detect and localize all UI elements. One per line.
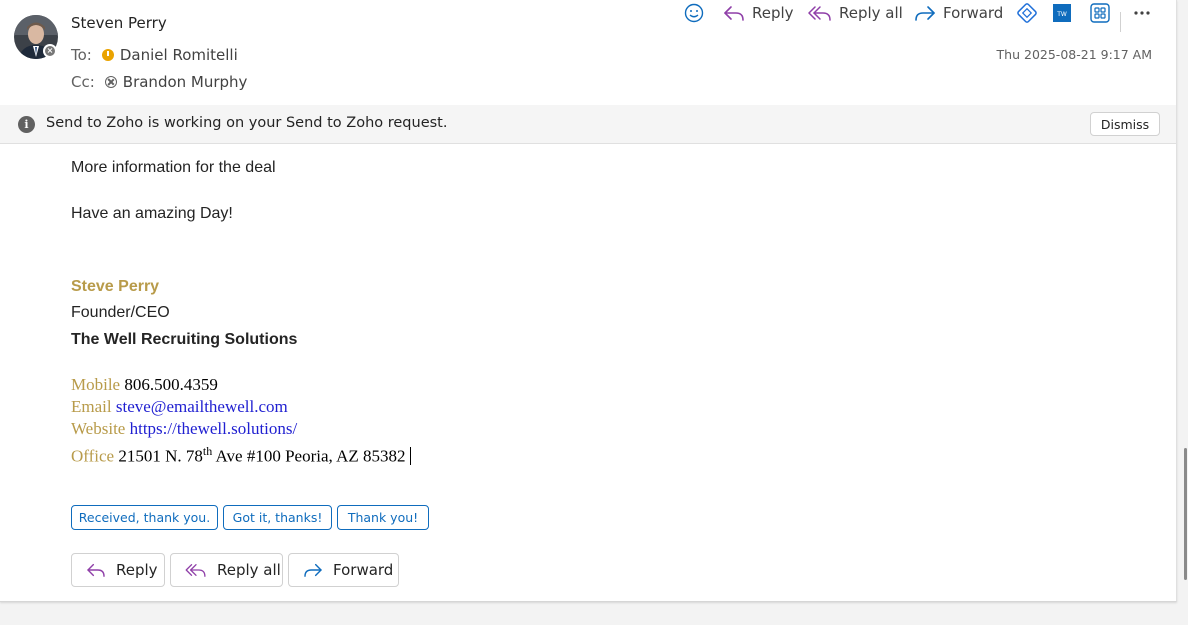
email-label: Email <box>71 397 112 416</box>
body-line-2: Have an amazing Day! <box>71 205 233 222</box>
toolbar-divider <box>1120 12 1121 32</box>
suggested-reply-2[interactable]: Got it, thanks! <box>223 505 332 530</box>
vertical-scrollbar[interactable] <box>1184 448 1187 580</box>
apps-button[interactable] <box>1090 0 1110 26</box>
suggested-reply-3[interactable]: Thank you! <box>337 505 429 530</box>
message-date: Thu 2025-08-21 9:17 AM <box>996 47 1152 62</box>
svg-text:TW: TW <box>1056 11 1067 18</box>
signature-company: The Well Recruiting Solutions <box>71 331 298 348</box>
office-address-sup: th <box>202 444 213 458</box>
cc-label: Cc: <box>71 73 95 91</box>
addin-tw-button[interactable]: TW <box>1053 0 1071 26</box>
reply-label: Reply <box>752 4 794 22</box>
email-link[interactable]: steve@emailthewell.com <box>116 397 288 416</box>
website-label: Website <box>71 419 126 438</box>
info-message: Send to Zoho is working on your Send to … <box>46 115 448 131</box>
cc-row: Cc: Brandon Murphy <box>71 73 247 91</box>
mobile-number: 806.500.4359 <box>124 375 218 394</box>
more-actions-button[interactable] <box>1133 0 1151 26</box>
addin-diamond-button[interactable] <box>1016 0 1038 26</box>
diamond-addin-icon <box>1017 3 1037 23</box>
apps-grid-icon <box>1090 3 1110 23</box>
reply-button[interactable]: Reply <box>723 0 794 26</box>
bottom-forward-label: Forward <box>333 561 394 579</box>
to-label: To: <box>71 46 92 64</box>
signature-name: Steve Perry <box>71 278 160 295</box>
body-line-1: More information for the deal <box>71 159 276 176</box>
signature-mobile: Mobile 806.500.4359 <box>71 375 218 395</box>
signature-office: Office 21501 N. 78th Ave #100 Peoria, AZ… <box>71 444 411 467</box>
office-label: Office <box>71 446 115 466</box>
reply-icon <box>87 563 105 577</box>
cc-recipient[interactable]: Brandon Murphy <box>123 73 248 91</box>
away-status-icon <box>101 49 114 61</box>
reply-icon <box>724 6 744 21</box>
text-cursor <box>409 446 411 465</box>
suggested-reply-1[interactable]: Received, thank you. <box>71 505 218 530</box>
more-icon <box>1134 11 1150 15</box>
reply-all-icon <box>185 564 206 577</box>
message-pane: × Steven Perry To: Daniel Romitelli Cc: … <box>0 0 1177 602</box>
bottom-reply-button[interactable]: Reply <box>71 553 165 587</box>
offline-status-icon <box>104 76 117 88</box>
mobile-label: Mobile <box>71 375 121 394</box>
sender-presence-icon: × <box>43 44 57 58</box>
forward-label: Forward <box>943 4 1004 22</box>
signature-email: Email steve@emailthewell.com <box>71 397 288 417</box>
forward-icon <box>915 6 935 21</box>
bottom-reply-label: Reply <box>116 561 158 579</box>
website-link[interactable]: https://thewell.solutions/ <box>130 419 298 438</box>
forward-icon <box>304 563 322 577</box>
the-well-addin-icon: TW <box>1053 4 1071 22</box>
bottom-reply-all-button[interactable]: Reply all <box>170 553 283 587</box>
bottom-forward-button[interactable]: Forward <box>288 553 399 587</box>
office-address-start: 21501 N. 78 <box>118 446 203 466</box>
reply-all-icon <box>808 6 831 21</box>
reply-all-label: Reply all <box>839 4 903 22</box>
emoji-reaction-button[interactable] <box>684 0 704 26</box>
to-row: To: Daniel Romitelli <box>71 46 238 64</box>
reply-all-button[interactable]: Reply all <box>808 0 903 26</box>
sender-name[interactable]: Steven Perry <box>71 14 167 32</box>
forward-button[interactable]: Forward <box>914 0 1003 26</box>
signature-website: Website https://thewell.solutions/ <box>71 419 297 439</box>
smiley-icon <box>684 3 704 23</box>
dismiss-button[interactable]: Dismiss <box>1090 112 1160 136</box>
signature-title: Founder/CEO <box>71 304 170 321</box>
info-bar: i Send to Zoho is working on your Send t… <box>0 105 1176 144</box>
office-address-end: Ave #100 Peoria, AZ 85382 <box>215 446 406 466</box>
bottom-reply-all-label: Reply all <box>217 561 281 579</box>
info-icon: i <box>18 116 35 133</box>
to-recipient[interactable]: Daniel Romitelli <box>120 46 238 64</box>
